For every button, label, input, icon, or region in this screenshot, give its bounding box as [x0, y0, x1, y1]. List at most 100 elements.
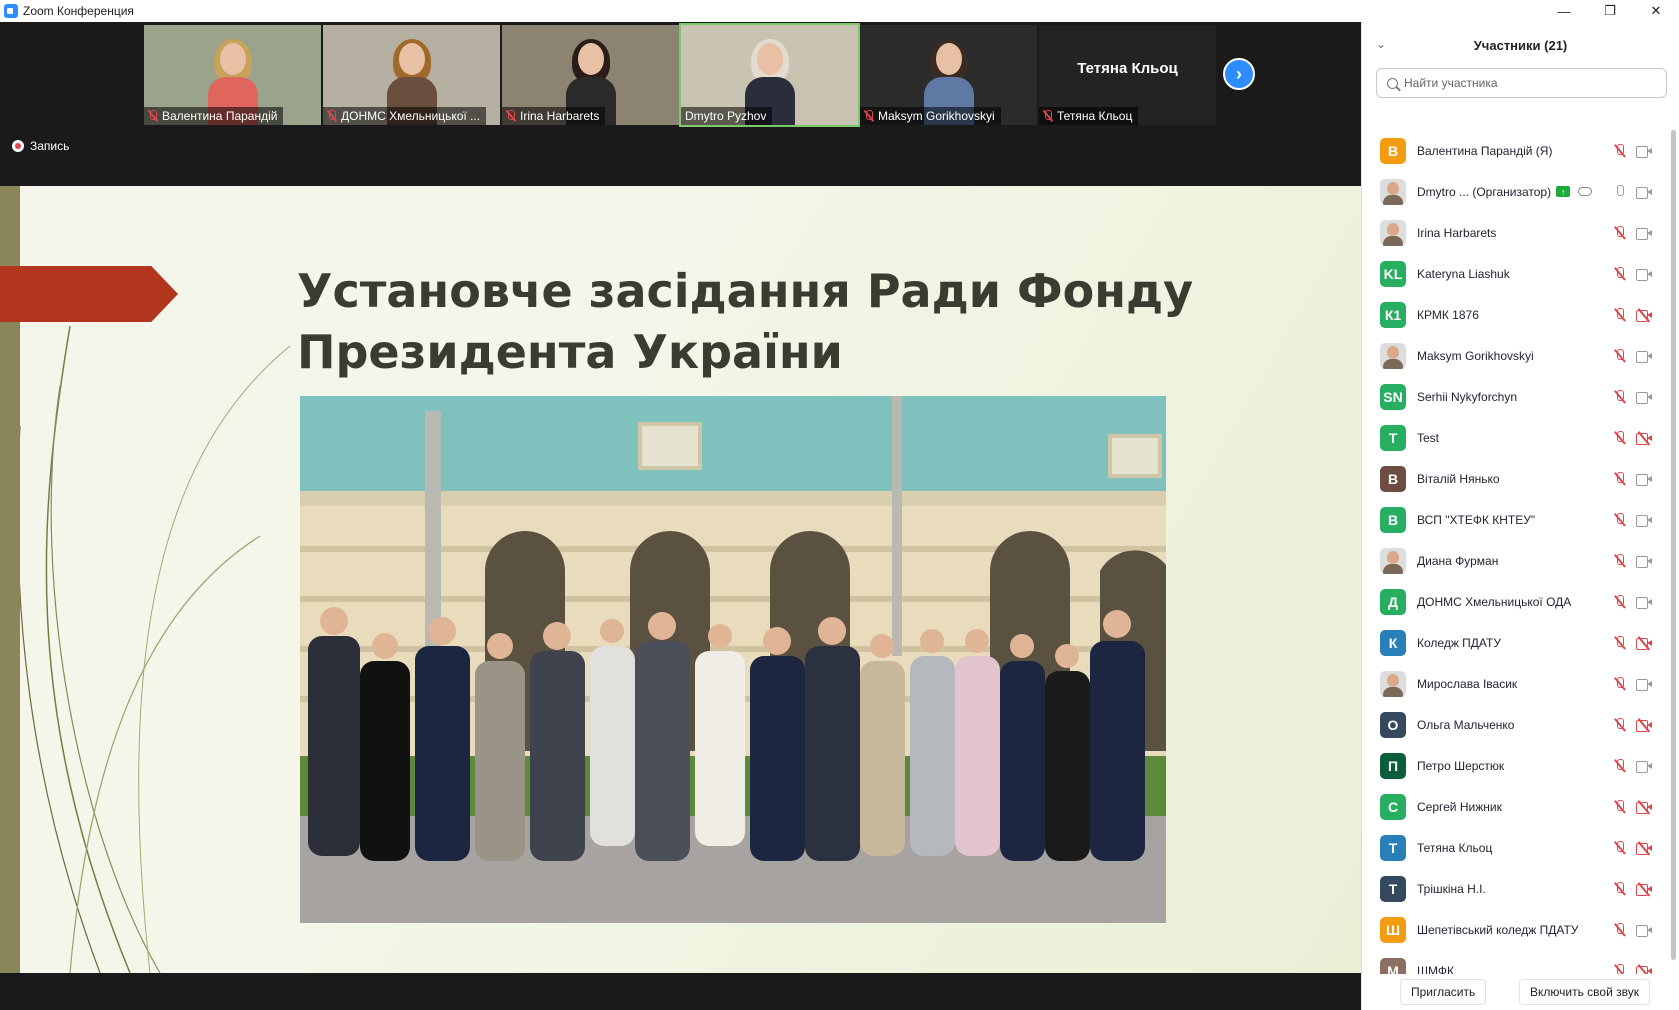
- recording-label: Запись: [30, 139, 70, 153]
- participant-status: [1614, 513, 1652, 527]
- participant-row[interactable]: SN Serhii Nykyforchyn: [1362, 376, 1679, 417]
- muted-mic-icon: [864, 110, 874, 122]
- thumbnail-name: Тетяна Кльоц: [1057, 109, 1133, 123]
- participant-row[interactable]: К1 КРМК 1876: [1362, 294, 1679, 335]
- muted-mic-icon: [1043, 110, 1053, 122]
- participant-status: [1614, 718, 1652, 733]
- invite-button[interactable]: Пригласить: [1400, 979, 1487, 1005]
- slide-title: Установче засідання Ради Фонду Президент…: [297, 261, 1197, 383]
- participant-name: Serhii Nykyforchyn: [1417, 389, 1518, 404]
- participant-status: [1614, 144, 1652, 158]
- participant-avatar: T: [1380, 424, 1406, 451]
- mic-muted-icon: [1614, 554, 1626, 568]
- mic-muted-icon: [1614, 800, 1626, 814]
- participant-avatar: В: [1380, 506, 1406, 533]
- participant-status: [1614, 349, 1652, 363]
- camera-off-icon: [1636, 841, 1652, 856]
- participant-avatar: М: [1380, 957, 1406, 974]
- participant-status: [1614, 964, 1652, 974]
- recording-indicator: Запись: [12, 139, 69, 153]
- share-screen-badge-icon: ↑: [1556, 186, 1571, 197]
- participant-row[interactable]: В Валентина Парандій (Я): [1362, 130, 1679, 171]
- participant-status: [1614, 308, 1652, 323]
- camera-icon: [1636, 474, 1652, 486]
- participant-name: КРМК 1876: [1417, 307, 1479, 322]
- participant-row[interactable]: П Петро Шерстюк: [1362, 745, 1679, 786]
- participant-name: Трішкіна Н.І.: [1417, 881, 1486, 896]
- video-thumbnail[interactable]: Валентина Парандій: [144, 25, 321, 125]
- participant-status: [1614, 882, 1652, 897]
- minimize-button[interactable]: —: [1541, 0, 1587, 22]
- participant-name: ШМФК: [1417, 963, 1454, 975]
- video-thumbnail[interactable]: ДОНМС Хмельницької ...: [323, 25, 500, 125]
- participant-row[interactable]: К Коледж ПДАТУ: [1362, 622, 1679, 663]
- participant-row[interactable]: Т Тетяна Кльоц: [1362, 827, 1679, 868]
- video-thumbnail[interactable]: Maksym Gorikhovskyi: [860, 25, 1037, 125]
- participant-name: Test: [1417, 430, 1440, 445]
- participant-row[interactable]: Мирослава Івасик: [1362, 663, 1679, 704]
- participant-name: Ольга Мальченко: [1417, 717, 1515, 732]
- thumbnail-name: Maksym Gorikhovskyi: [878, 109, 995, 123]
- participant-row[interactable]: В Віталій Нянько: [1362, 458, 1679, 499]
- participant-avatar: Т: [1380, 875, 1406, 902]
- participant-name: Тетяна Кльоц: [1417, 840, 1493, 855]
- participant-row[interactable]: T Test: [1362, 417, 1679, 458]
- cloud-icon: [1578, 187, 1593, 196]
- participant-row[interactable]: О Ольга Мальченко: [1362, 704, 1679, 745]
- participant-row[interactable]: Irina Harbarets: [1362, 212, 1679, 253]
- participant-status: [1614, 677, 1652, 691]
- thumbnail-name: ДОНМС Хмельницької ...: [341, 109, 481, 123]
- participant-status: [1614, 267, 1652, 281]
- window-controls: — ❐ ✕: [1541, 0, 1679, 22]
- mic-muted-icon: [1614, 923, 1626, 937]
- camera-off-icon: [1636, 431, 1652, 446]
- participant-row[interactable]: Ш Шепетівський коледж ПДАТУ: [1362, 909, 1679, 950]
- participant-row[interactable]: KL Kateryna Liashuk: [1362, 253, 1679, 294]
- video-thumbnail[interactable]: Тетяна Кльоц Тетяна Кльоц: [1039, 25, 1216, 125]
- participant-name: Сергей Нижник: [1417, 799, 1502, 814]
- participant-row[interactable]: С Сергей Нижник: [1362, 786, 1679, 827]
- participant-avatar: [1380, 547, 1406, 574]
- participant-search-input[interactable]: [1404, 76, 1654, 90]
- video-thumbnail[interactable]: Irina Harbarets: [502, 25, 679, 125]
- participant-name: ВСП "ХТЕФК КНТЕУ": [1417, 512, 1536, 527]
- participant-row[interactable]: Диана Фурман: [1362, 540, 1679, 581]
- unmute-self-button[interactable]: Включить свой звук: [1519, 979, 1650, 1005]
- thumbnail-name-tag: Валентина Парандій: [144, 107, 284, 125]
- participant-avatar: С: [1380, 793, 1406, 820]
- participant-row[interactable]: В ВСП "ХТЕФК КНТЕУ": [1362, 499, 1679, 540]
- zoom-app-icon: [4, 4, 18, 18]
- muted-mic-icon: [148, 110, 158, 122]
- participant-avatar: К: [1380, 629, 1406, 656]
- collapse-chevron-icon[interactable]: ⌄: [1376, 37, 1386, 51]
- video-thumbnail[interactable]: Dmytro Pyzhov: [679, 23, 860, 127]
- participant-status: [1614, 554, 1652, 568]
- participant-avatar: О: [1380, 711, 1406, 738]
- participant-row[interactable]: Maksym Gorikhovskyi: [1362, 335, 1679, 376]
- participant-row[interactable]: Т Трішкіна Н.І.: [1362, 868, 1679, 909]
- restore-button[interactable]: ❐: [1587, 0, 1633, 22]
- participant-row[interactable]: Dmytro ... (Организатор) ↑: [1362, 171, 1679, 212]
- participant-status: [1614, 759, 1652, 773]
- camera-icon: [1636, 925, 1652, 937]
- participant-avatar: [1380, 670, 1406, 697]
- thumbnail-name-tag: Irina Harbarets: [502, 107, 606, 125]
- participant-avatar: [1380, 342, 1406, 369]
- next-page-arrow-icon[interactable]: ›: [1223, 58, 1255, 90]
- muted-mic-icon: [506, 110, 516, 122]
- mic-muted-icon: [1614, 308, 1626, 322]
- participants-title: Участники (21): [1473, 37, 1568, 53]
- participant-list-scrollbar[interactable]: [1671, 130, 1676, 960]
- mic-muted-icon: [1614, 636, 1626, 650]
- mic-muted-icon: [1614, 267, 1626, 281]
- close-button[interactable]: ✕: [1633, 0, 1679, 22]
- participant-row[interactable]: Д ДОНМС Хмельницької ОДА: [1362, 581, 1679, 622]
- participant-name: ДОНМС Хмельницької ОДА: [1417, 594, 1572, 609]
- participant-name: Мирослава Івасик: [1417, 676, 1518, 691]
- participant-row[interactable]: М ШМФК: [1362, 950, 1679, 974]
- participant-name: Шепетівський коледж ПДАТУ: [1417, 922, 1579, 937]
- camera-off-icon: [1636, 964, 1652, 974]
- camera-icon: [1636, 146, 1652, 158]
- mic-muted-icon: [1614, 718, 1626, 732]
- slide-title-line-2: Президента України: [297, 325, 843, 379]
